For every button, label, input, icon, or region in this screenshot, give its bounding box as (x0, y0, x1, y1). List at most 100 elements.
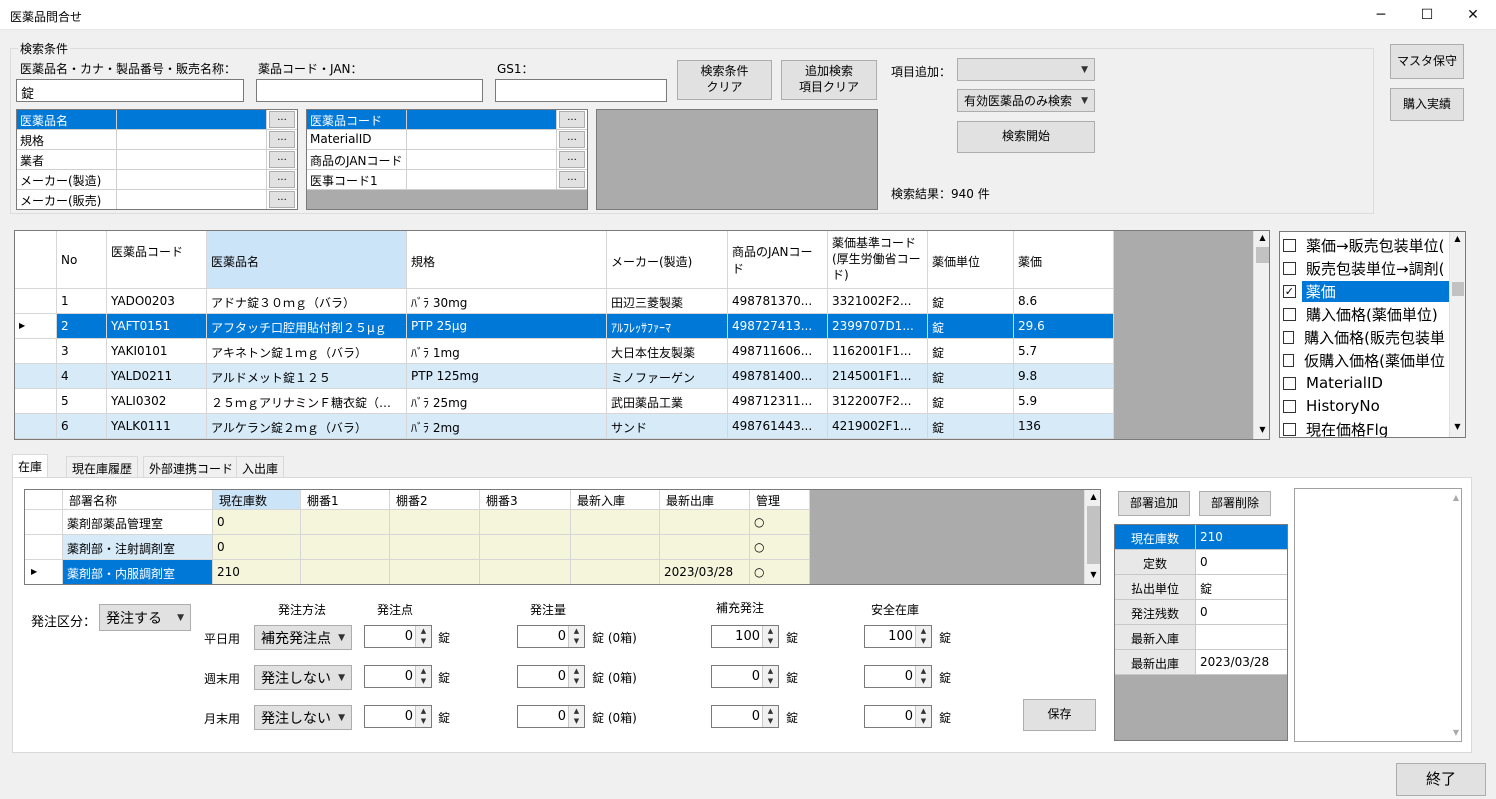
table-cell[interactable]: ○ (750, 560, 810, 584)
checklist-item[interactable]: 現在価格Flg (1283, 418, 1449, 437)
table-cell[interactable]: アフタッチ口腔用貼付剤２５μｇ (207, 314, 407, 339)
chevron-down-icon[interactable]: ▼ (1450, 422, 1465, 431)
column-header[interactable]: 規格 (407, 231, 607, 289)
detail-value[interactable]: 0 (1196, 600, 1287, 625)
table-cell[interactable]: 田辺三菱製薬 (607, 289, 728, 314)
ellipsis-button[interactable]: ... (559, 171, 585, 188)
spin-arrows-icon[interactable]: ▲ ▼ (568, 706, 584, 727)
column-header[interactable]: 棚番2 (390, 490, 480, 510)
order-qty-stepper[interactable]: 0 ▲ ▼ (517, 705, 585, 728)
spin-arrows-icon[interactable]: ▲ ▼ (915, 666, 931, 687)
scroll-thumb[interactable] (1452, 282, 1464, 296)
checkbox[interactable] (1283, 261, 1296, 275)
table-cell[interactable]: 錠 (928, 314, 1014, 339)
safety-stock-stepper[interactable]: 100 ▲ ▼ (864, 625, 932, 648)
clear-conditions-button[interactable]: 検索条件 クリア (677, 60, 772, 100)
row-header[interactable] (15, 389, 57, 414)
chevron-up-icon[interactable]: ▲ (1255, 233, 1269, 242)
table-cell[interactable]: 6 (57, 414, 107, 439)
column-header[interactable]: 現在庫数 (213, 490, 301, 510)
checkbox[interactable] (1283, 422, 1296, 436)
table-cell[interactable]: 2399707D1... (828, 314, 928, 339)
table-cell[interactable]: 2 (57, 314, 107, 339)
order-method-select[interactable]: 補充発注点 ▼ (254, 625, 352, 650)
row-header[interactable] (25, 510, 63, 535)
checklist-item[interactable]: 購入価格(販売包装単 (1283, 326, 1449, 348)
safety-stock-stepper[interactable]: 0 ▲ ▼ (864, 665, 932, 688)
column-header[interactable]: 棚番1 (301, 490, 390, 510)
scroll-thumb[interactable] (1087, 506, 1100, 564)
table-cell[interactable]: 9.8 (1014, 364, 1114, 389)
replenish-stepper[interactable]: 0 ▲ ▼ (711, 665, 779, 688)
table-cell[interactable] (301, 535, 390, 560)
table-cell[interactable]: 498711606... (728, 339, 828, 364)
chevron-up-icon[interactable]: ▲ (1086, 492, 1100, 501)
table-cell[interactable]: 2145001F1... (828, 364, 928, 389)
safety-stock-stepper[interactable]: 0 ▲ ▼ (864, 705, 932, 728)
table-cell[interactable] (301, 510, 390, 535)
table-cell[interactable]: 武田薬品工業 (607, 389, 728, 414)
ellipsis-button[interactable]: ... (269, 171, 295, 188)
table-cell[interactable]: YALK0111 (107, 414, 207, 439)
column-header[interactable]: メーカー(製造) (607, 231, 728, 289)
ellipsis-button[interactable]: ... (269, 191, 295, 208)
table-cell[interactable]: YADO0203 (107, 289, 207, 314)
checkbox[interactable] (1283, 307, 1296, 321)
column-header[interactable]: 部署名称 (63, 490, 213, 510)
search-start-button[interactable]: 検索開始 (957, 121, 1095, 153)
table-cell[interactable]: サンド (607, 414, 728, 439)
table-cell[interactable] (571, 535, 660, 560)
row-header[interactable] (15, 364, 57, 389)
table-cell[interactable]: 錠 (928, 339, 1014, 364)
table-cell[interactable] (660, 535, 750, 560)
detail-value[interactable]: 0 (1196, 550, 1287, 575)
table-cell[interactable]: アキネトン錠１ｍｇ（バラ） (207, 339, 407, 364)
spin-arrows-icon[interactable]: ▲ ▼ (415, 626, 431, 647)
checklist-item[interactable]: 薬価→販売包装単位( (1283, 234, 1449, 256)
row-header[interactable]: ▶ (15, 314, 57, 339)
ellipsis-button[interactable]: ... (559, 151, 585, 168)
list-item[interactable]: メーカー(販売) ... (17, 190, 297, 210)
table-cell[interactable]: 3 (57, 339, 107, 364)
table-cell[interactable] (571, 510, 660, 535)
table-cell[interactable] (480, 560, 571, 584)
table-cell[interactable]: ﾊﾞﾗ 30mg (407, 289, 607, 314)
replenish-stepper[interactable]: 100 ▲ ▼ (711, 625, 779, 648)
table-cell[interactable] (390, 510, 480, 535)
row-header[interactable]: ▶ (25, 560, 63, 584)
remove-department-button[interactable]: 部署削除 (1199, 491, 1271, 516)
table-cell[interactable]: 錠 (928, 414, 1014, 439)
order-qty-stepper[interactable]: 0 ▲ ▼ (517, 665, 585, 688)
table-cell[interactable]: 5.7 (1014, 339, 1114, 364)
row-header[interactable] (25, 535, 63, 560)
table-cell[interactable]: 1162001F1... (828, 339, 928, 364)
table-cell[interactable]: ｱﾙﾌﾚｯｻﾌｧｰﾏ (607, 314, 728, 339)
table-cell[interactable]: 498727413... (728, 314, 828, 339)
column-header[interactable]: 最新出庫 (660, 490, 750, 510)
table-cell[interactable]: 498781370... (728, 289, 828, 314)
ellipsis-button[interactable]: ... (559, 131, 585, 148)
order-point-stepper[interactable]: 0 ▲ ▼ (364, 625, 432, 648)
ellipsis-button[interactable]: ... (269, 151, 295, 168)
chevron-down-icon[interactable]: ▼ (1086, 570, 1100, 579)
order-method-select[interactable]: 発注しない ▼ (254, 665, 352, 690)
checklist-item[interactable]: HistoryNo (1283, 395, 1449, 417)
table-cell[interactable] (390, 535, 480, 560)
close-button[interactable]: ✕ (1450, 0, 1496, 30)
column-header[interactable]: 薬価単位 (928, 231, 1014, 289)
column-header[interactable]: 管理 (750, 490, 810, 510)
table-cell[interactable]: 2023/03/28 (660, 560, 750, 584)
table-cell[interactable]: 136 (1014, 414, 1114, 439)
order-kubun-select[interactable]: 発注する ▼ (99, 604, 191, 631)
tab-stock[interactable]: 在庫 (12, 454, 49, 478)
list-item[interactable]: メーカー(製造) ... (17, 170, 297, 190)
checklist-item[interactable]: 購入価格(薬価単位) (1283, 303, 1449, 325)
list-item[interactable]: 医薬品コード ... (307, 110, 587, 130)
table-cell[interactable]: アドナ錠３０ｍｇ（バラ） (207, 289, 407, 314)
list-item[interactable]: 医薬品名 ... (17, 110, 297, 130)
table-cell[interactable]: 4 (57, 364, 107, 389)
table-cell[interactable]: 0 (213, 535, 301, 560)
maximize-button[interactable]: ☐ (1404, 0, 1450, 30)
save-button[interactable]: 保存 (1023, 699, 1096, 731)
table-cell[interactable]: 498712311... (728, 389, 828, 414)
